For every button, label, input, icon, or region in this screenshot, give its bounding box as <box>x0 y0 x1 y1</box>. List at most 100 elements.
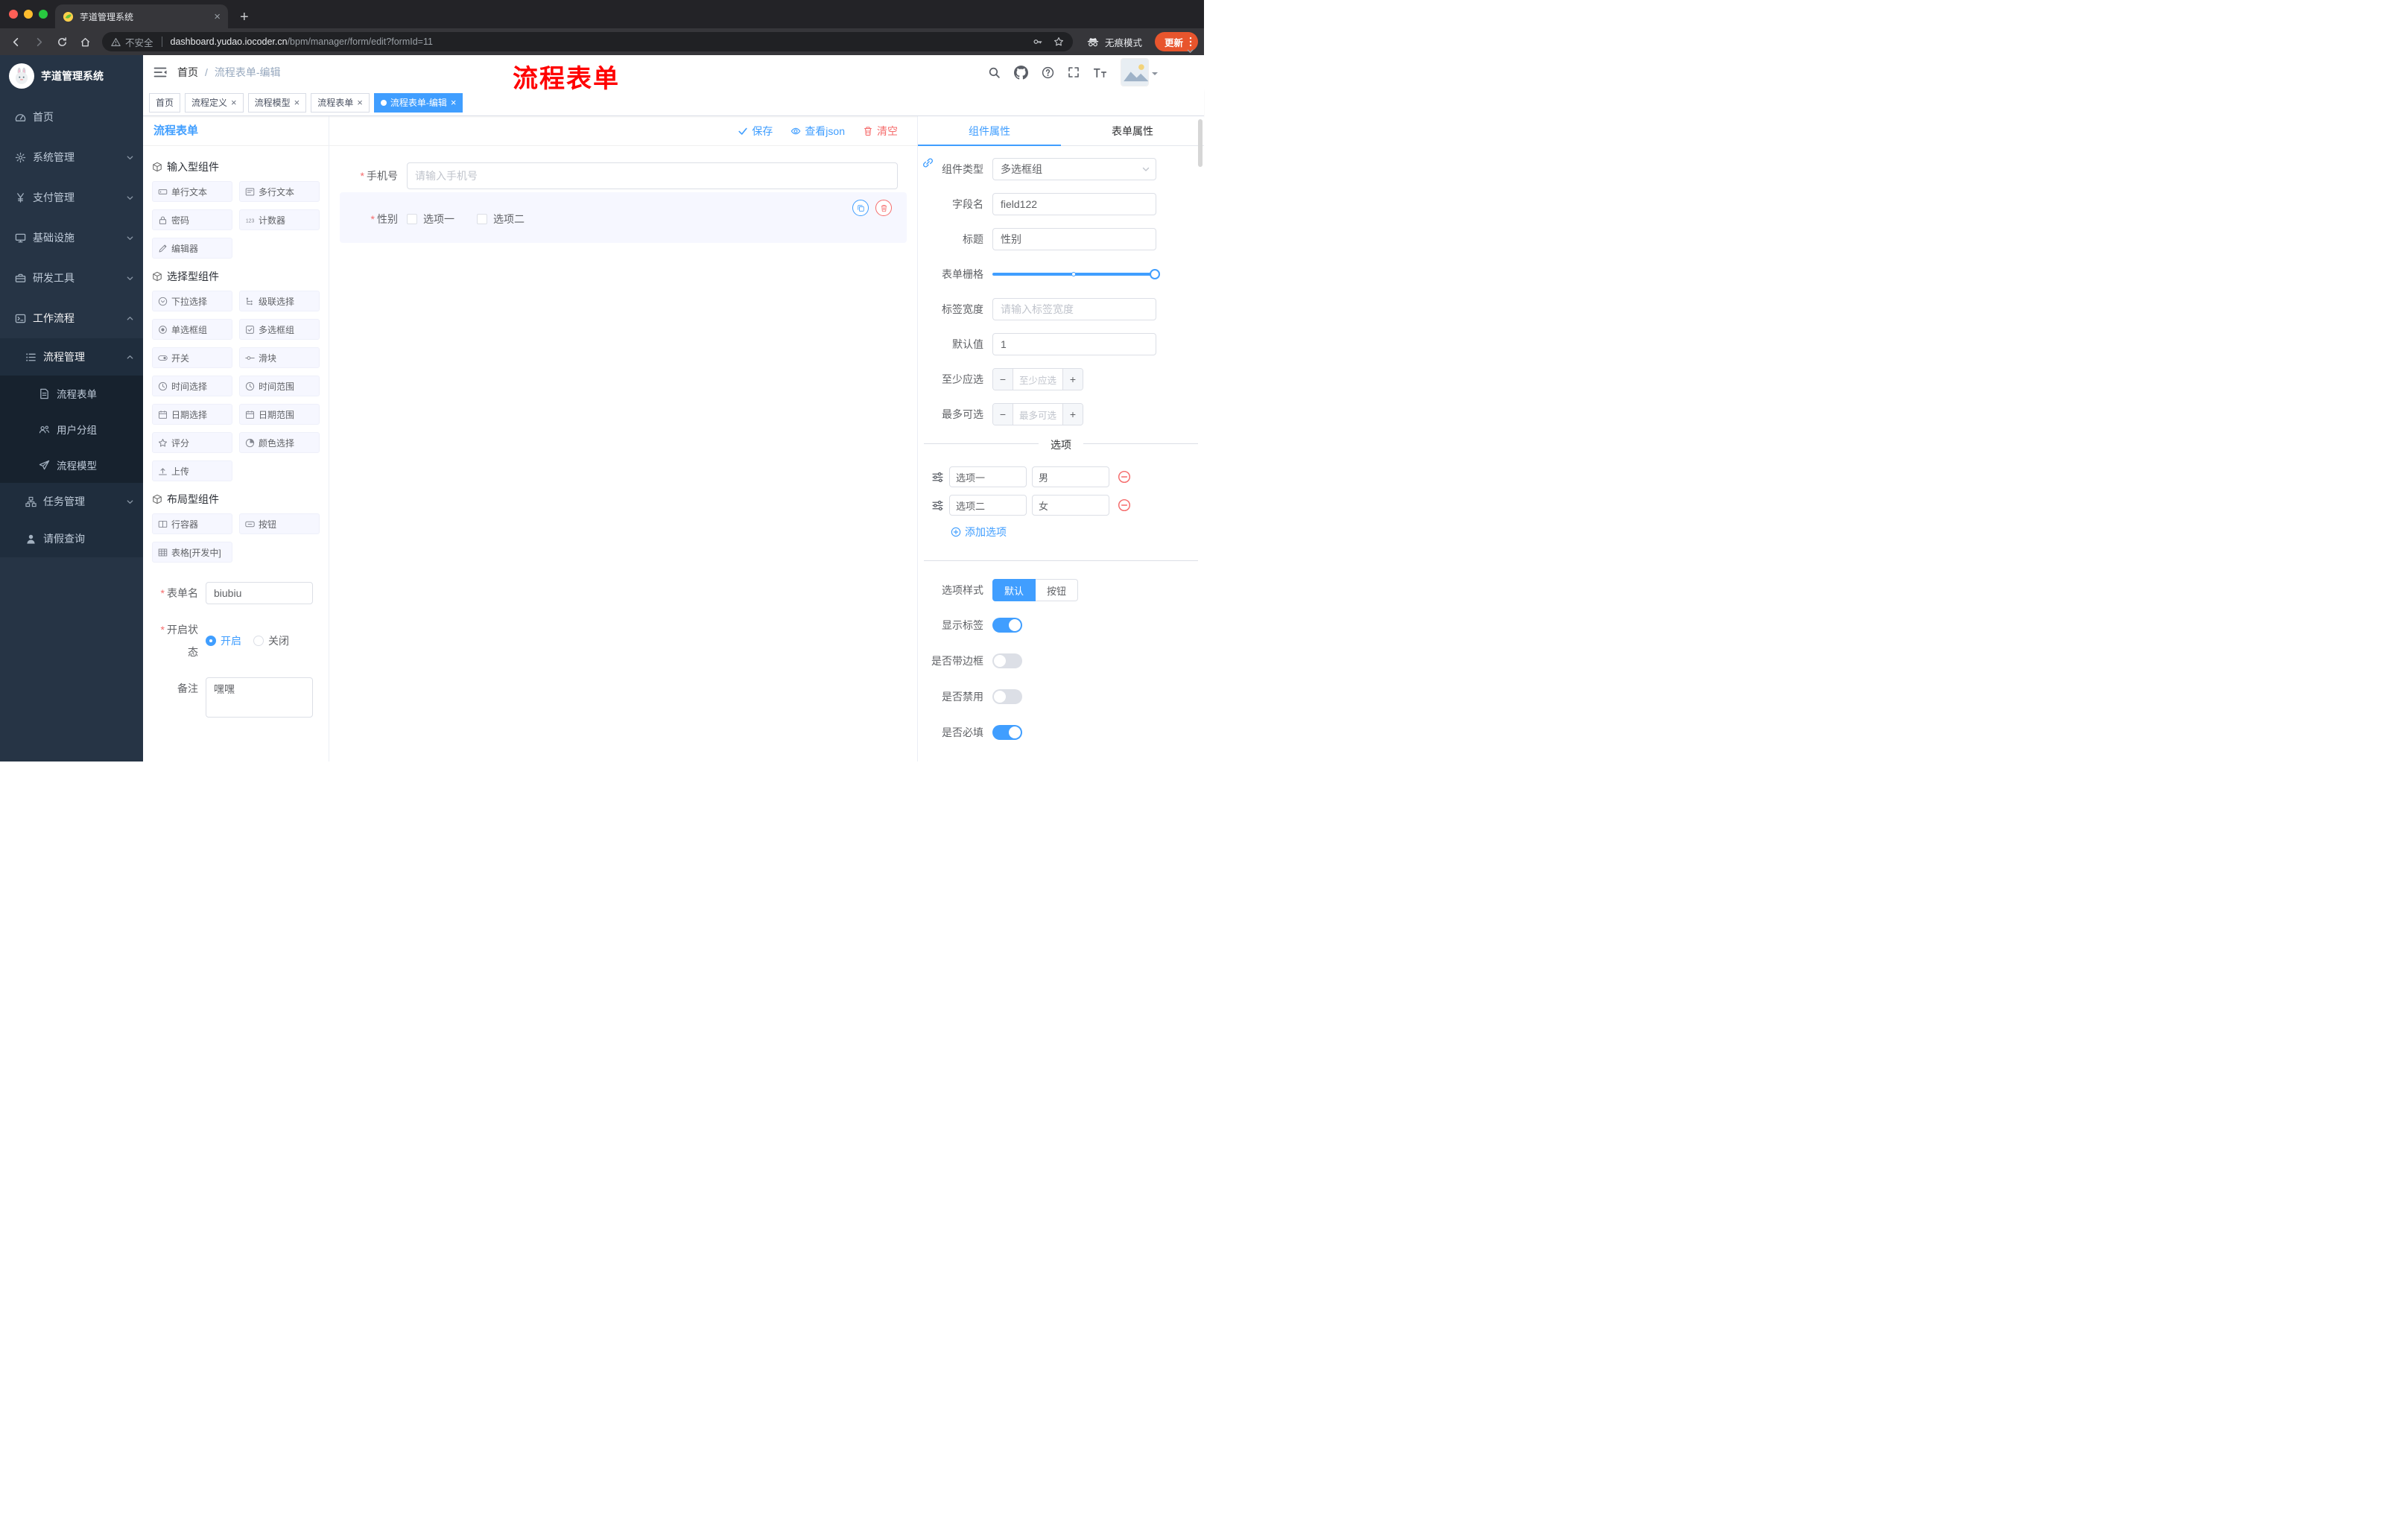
remark-textarea[interactable]: 嘿嘿 <box>206 677 313 718</box>
status-open-radio[interactable]: 开启 <box>206 633 241 648</box>
required-toggle[interactable] <box>992 725 1022 740</box>
tab-close-icon[interactable]: × <box>214 11 221 22</box>
tag-process-model[interactable]: 流程模型 × <box>247 92 307 113</box>
palette-item-multi-text[interactable]: 多行文本 <box>239 181 320 202</box>
option-value-input[interactable] <box>1032 495 1109 516</box>
sidebar-item-process-form[interactable]: 流程表单 <box>0 376 143 411</box>
sidebar-item-process-model[interactable]: 流程模型 <box>0 447 143 483</box>
remove-option-button[interactable] <box>1118 470 1131 484</box>
field-name-input[interactable] <box>992 193 1156 215</box>
decrease-button[interactable]: − <box>993 404 1013 425</box>
font-size-button[interactable] <box>1093 67 1107 78</box>
option-name-input[interactable] <box>949 495 1027 516</box>
phone-field-row[interactable]: 手机号 <box>340 159 907 192</box>
close-window-button[interactable] <box>9 10 18 19</box>
palette-item-time-range[interactable]: 时间范围 <box>239 376 320 396</box>
option-name-input[interactable] <box>949 466 1027 487</box>
palette-item-single-text[interactable]: 单行文本 <box>152 181 232 202</box>
back-button[interactable] <box>6 32 25 51</box>
tag-process-form-edit[interactable]: 流程表单-编辑 × <box>373 92 463 113</box>
increase-button[interactable]: + <box>1062 404 1083 425</box>
copy-component-button[interactable] <box>852 200 869 216</box>
delete-component-button[interactable] <box>875 200 892 216</box>
palette-item-password[interactable]: 密码 <box>152 209 232 230</box>
tag-process-definition[interactable]: 流程定义 × <box>185 92 244 113</box>
border-toggle[interactable] <box>992 653 1022 668</box>
collapse-sidebar-button[interactable] <box>143 66 177 78</box>
style-default-button[interactable]: 默认 <box>992 579 1036 601</box>
view-json-button[interactable]: 查看json <box>790 124 845 139</box>
help-button[interactable] <box>1042 66 1054 79</box>
form-grid-slider[interactable] <box>992 263 1160 285</box>
sidebar-item-workflow[interactable]: 工作流程 <box>0 298 143 338</box>
increase-button[interactable]: + <box>1062 369 1083 390</box>
tag-close-icon[interactable]: × <box>451 98 457 107</box>
sidebar-item-payment[interactable]: 支付管理 <box>0 177 143 218</box>
security-label[interactable]: 不安全 <box>125 35 153 49</box>
label-width-input[interactable] <box>992 298 1156 320</box>
palette-item-switch[interactable]: 开关 <box>152 347 232 368</box>
tab-component-properties[interactable]: 组件属性 <box>918 116 1061 146</box>
palette-item-editor[interactable]: 编辑器 <box>152 238 232 259</box>
tag-close-icon[interactable]: × <box>357 98 363 107</box>
tab-form-properties[interactable]: 表单属性 <box>1061 116 1204 145</box>
palette-item-radio-group[interactable]: 单选框组 <box>152 319 232 340</box>
save-button[interactable]: 保存 <box>738 124 773 139</box>
bookmark-star-button[interactable] <box>1054 37 1064 47</box>
palette-item-color-picker[interactable]: 颜色选择 <box>239 432 320 453</box>
sidebar-item-home[interactable]: 首页 <box>0 97 143 137</box>
decrease-button[interactable]: − <box>993 369 1013 390</box>
stepper-placeholder[interactable]: 至少应选 <box>1013 369 1062 390</box>
title-input[interactable] <box>992 228 1156 250</box>
form-name-input[interactable] <box>206 582 313 604</box>
style-button-button[interactable]: 按钮 <box>1036 579 1079 601</box>
browser-tab[interactable]: 芋道管理系统 × <box>55 4 228 28</box>
scrollbar-thumb[interactable] <box>1198 119 1203 167</box>
stepper-placeholder[interactable]: 最多可选 <box>1013 404 1062 425</box>
password-key-button[interactable] <box>1033 37 1043 47</box>
palette-item-select[interactable]: 下拉选择 <box>152 291 232 311</box>
browser-menu-icon[interactable] <box>1189 37 1192 47</box>
remove-option-button[interactable] <box>1118 498 1131 512</box>
clear-button[interactable]: 清空 <box>863 124 898 139</box>
tag-close-icon[interactable]: × <box>294 98 300 107</box>
status-closed-radio[interactable]: 关闭 <box>253 633 289 648</box>
breadcrumb-home[interactable]: 首页 <box>177 65 198 80</box>
add-option-button[interactable]: 添加选项 <box>951 525 1007 539</box>
component-type-select[interactable]: 多选框组 <box>992 158 1156 180</box>
tag-home[interactable]: 首页 <box>149 92 181 113</box>
option-value-input[interactable] <box>1032 466 1109 487</box>
palette-item-row-container[interactable]: 行容器 <box>152 513 232 534</box>
slider-track[interactable] <box>992 272 1156 276</box>
new-tab-button[interactable]: + <box>240 10 249 25</box>
minimize-window-button[interactable] <box>24 10 33 19</box>
palette-item-rate[interactable]: 评分 <box>152 432 232 453</box>
palette-item-cascader[interactable]: 级联选择 <box>239 291 320 311</box>
gender-field-row-selected[interactable]: 性别 选项一 选项二 <box>340 192 907 243</box>
reload-button[interactable] <box>52 32 72 51</box>
phone-input[interactable] <box>407 162 898 189</box>
palette-item-button[interactable]: 按钮 <box>239 513 320 534</box>
drag-handle-icon[interactable] <box>931 471 944 484</box>
sidebar-item-leave-query[interactable]: 请假查询 <box>0 520 143 557</box>
palette-item-date-picker[interactable]: 日期选择 <box>152 404 232 425</box>
sidebar-item-infra[interactable]: 基础设施 <box>0 218 143 258</box>
show-label-toggle[interactable] <box>992 618 1022 633</box>
default-value-input[interactable] <box>992 333 1156 355</box>
sidebar-item-task-management[interactable]: 任务管理 <box>0 483 143 520</box>
slider-handle[interactable] <box>1150 269 1160 279</box>
url-bar[interactable]: 不安全 dashboard.yudao.iocoder.cn/bpm/manag… <box>102 32 1073 51</box>
zoom-window-button[interactable] <box>39 10 48 19</box>
palette-item-time-picker[interactable]: 时间选择 <box>152 376 232 396</box>
palette-item-date-range[interactable]: 日期范围 <box>239 404 320 425</box>
sidebar-item-process-management[interactable]: 流程管理 <box>0 338 143 376</box>
toolbar-chevron-icon[interactable] <box>1186 47 1194 55</box>
gender-option-two-checkbox[interactable]: 选项二 <box>477 212 525 227</box>
palette-item-checkbox-group[interactable]: 多选框组 <box>239 319 320 340</box>
user-avatar-menu[interactable] <box>1121 58 1158 86</box>
github-button[interactable] <box>1014 66 1028 80</box>
sidebar-item-devtools[interactable]: 研发工具 <box>0 258 143 298</box>
palette-item-counter[interactable]: 计数器 <box>239 209 320 230</box>
fullscreen-button[interactable] <box>1068 66 1080 78</box>
sidebar-item-system[interactable]: 系统管理 <box>0 137 143 177</box>
